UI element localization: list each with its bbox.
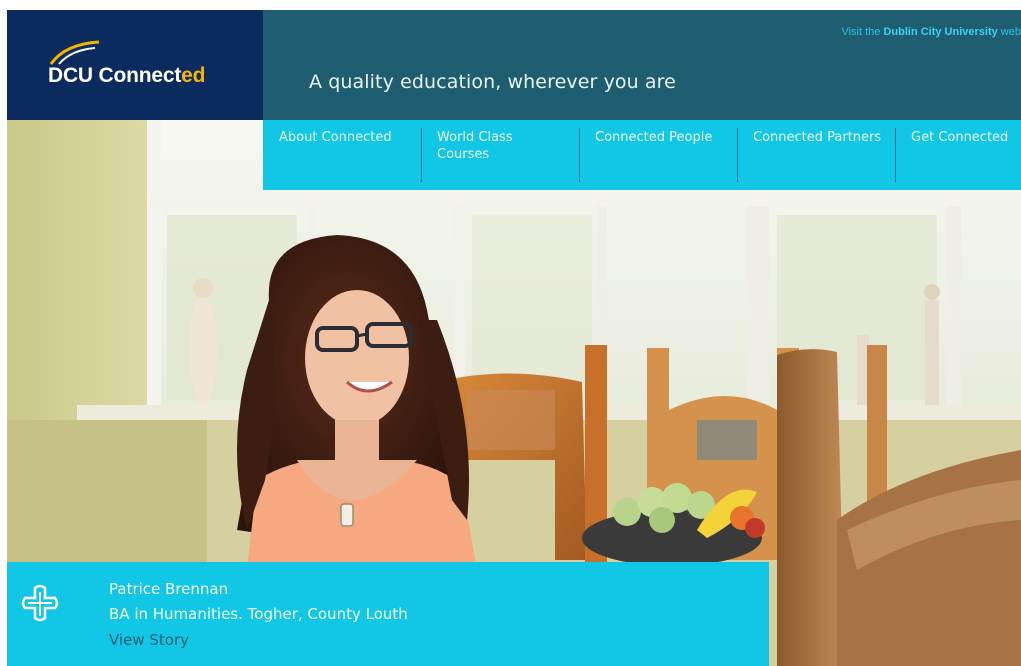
logo-prefix: DCU	[48, 64, 99, 87]
cross-plus-icon	[21, 584, 59, 622]
logo-block[interactable]: DCU Connected	[7, 10, 263, 120]
nav-item-connected-people[interactable]: Connected People	[579, 120, 737, 190]
logo-wordmark: DCU Connected	[48, 64, 205, 88]
page-frame: DCU Connected Visit the Dublin City Univ…	[7, 10, 1021, 666]
logo-main: Connect	[98, 64, 182, 87]
nav-item-label: World Class Courses	[437, 130, 513, 162]
nav-item-label: About Connected	[279, 130, 392, 145]
story-caption: Patrice Brennan BA in Humanities. Togher…	[7, 562, 769, 666]
visit-bold: Dublin City University	[883, 26, 998, 38]
visit-dcu-link[interactable]: Visit the Dublin City University web	[841, 26, 1021, 38]
view-story-link[interactable]: View Story	[109, 631, 189, 649]
nav-item-label: Get Connected	[911, 130, 1009, 145]
dcu-swoosh-icon	[49, 40, 100, 65]
nav-item-label: Connected Partners	[753, 130, 882, 145]
story-course-location: BA in Humanities. Togher, County Louth	[109, 605, 408, 623]
logo-accent: ed	[181, 64, 206, 87]
nav-item-connected-partners[interactable]: Connected Partners	[737, 120, 895, 190]
nav-item-label: Connected People	[595, 130, 713, 145]
nav-item-get-connected[interactable]: Get Connected	[895, 120, 1021, 190]
main-nav: About Connected World Class Courses Conn…	[263, 120, 1021, 190]
site-tagline: A quality education, wherever you are	[309, 71, 676, 93]
site-header: Visit the Dublin City University web A q…	[263, 10, 1021, 120]
nav-item-about-connected[interactable]: About Connected	[263, 120, 421, 190]
visit-suffix: web	[997, 26, 1021, 38]
story-person-name: Patrice Brennan	[109, 580, 229, 598]
visit-prefix: Visit the	[841, 26, 884, 38]
nav-item-world-class-courses[interactable]: World Class Courses	[421, 120, 579, 190]
